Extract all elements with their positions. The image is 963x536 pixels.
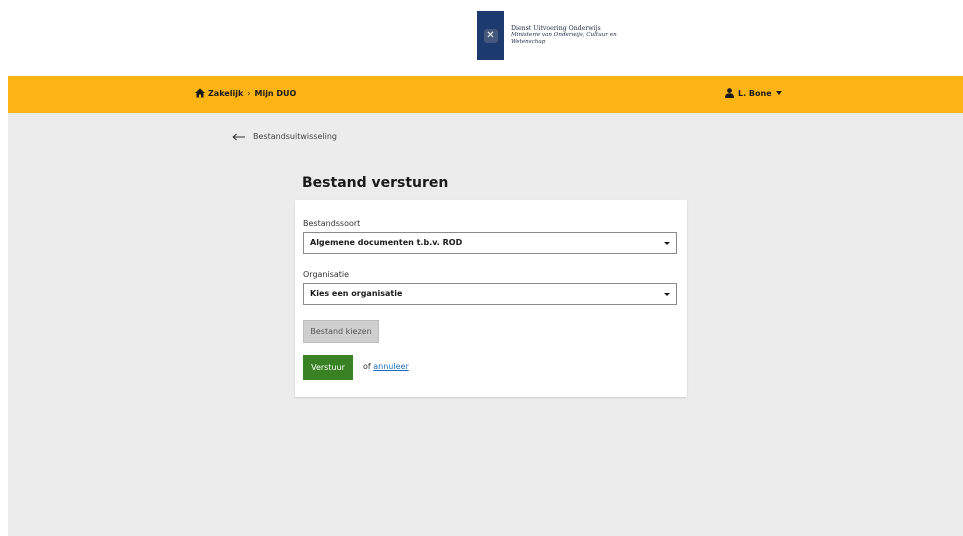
breadcrumb-mijn-duo[interactable]: Mijn DUO <box>254 89 296 98</box>
cancel-text: of annuleer <box>363 362 409 371</box>
arrow-left-icon <box>232 133 245 140</box>
chevron-down-icon <box>664 242 670 245</box>
organisatie-label: Organisatie <box>303 270 350 279</box>
home-icon[interactable] <box>195 88 205 98</box>
organisatie-value: Kies een organisatie <box>310 289 403 298</box>
user-icon <box>725 88 734 98</box>
rijksoverheid-emblem-icon: ✕ <box>477 11 504 60</box>
back-link-label: Bestandsuitwisseling <box>253 132 337 141</box>
breadcrumb: Zakelijk › Mijn DUO <box>195 88 296 98</box>
user-menu[interactable]: L. Bone <box>725 88 782 98</box>
user-name: L. Bone <box>738 88 772 98</box>
logo-line-2: Ministerie van Onderwijs, Cultuur en <box>511 32 617 38</box>
logo-line-3: Wetenschap <box>511 39 546 45</box>
logo-line-1: Dienst Uitvoering Onderwijs <box>511 25 601 32</box>
header: ✕ Dienst Uitvoering Onderwijs Ministerie… <box>0 0 963 76</box>
logo-text: Dienst Uitvoering Onderwijs Ministerie v… <box>511 25 617 46</box>
cancel-link[interactable]: annuleer <box>373 362 408 371</box>
breadcrumb-zakelijk[interactable]: Zakelijk <box>208 89 243 98</box>
choose-file-button[interactable]: Bestand kiezen <box>303 320 379 343</box>
chevron-down-icon <box>664 293 670 296</box>
bestandssoort-label: Bestandssoort <box>303 219 361 228</box>
back-link[interactable]: Bestandsuitwisseling <box>232 132 337 141</box>
breadcrumb-separator: › <box>247 88 251 98</box>
or-label: of <box>363 362 371 371</box>
bestandssoort-value: Algemene documenten t.b.v. ROD <box>310 238 463 247</box>
upload-form: Bestandssoort Algemene documenten t.b.v.… <box>295 200 687 397</box>
organisatie-select[interactable]: Kies een organisatie <box>303 283 677 305</box>
duo-logo[interactable]: ✕ Dienst Uitvoering Onderwijs Ministerie… <box>477 11 617 60</box>
chevron-down-icon <box>775 91 782 95</box>
nav-bar: Zakelijk › Mijn DUO L. Bone <box>8 76 963 113</box>
page-title: Bestand versturen <box>302 175 449 191</box>
send-button[interactable]: Verstuur <box>303 355 353 380</box>
bestandssoort-select[interactable]: Algemene documenten t.b.v. ROD <box>303 232 677 254</box>
